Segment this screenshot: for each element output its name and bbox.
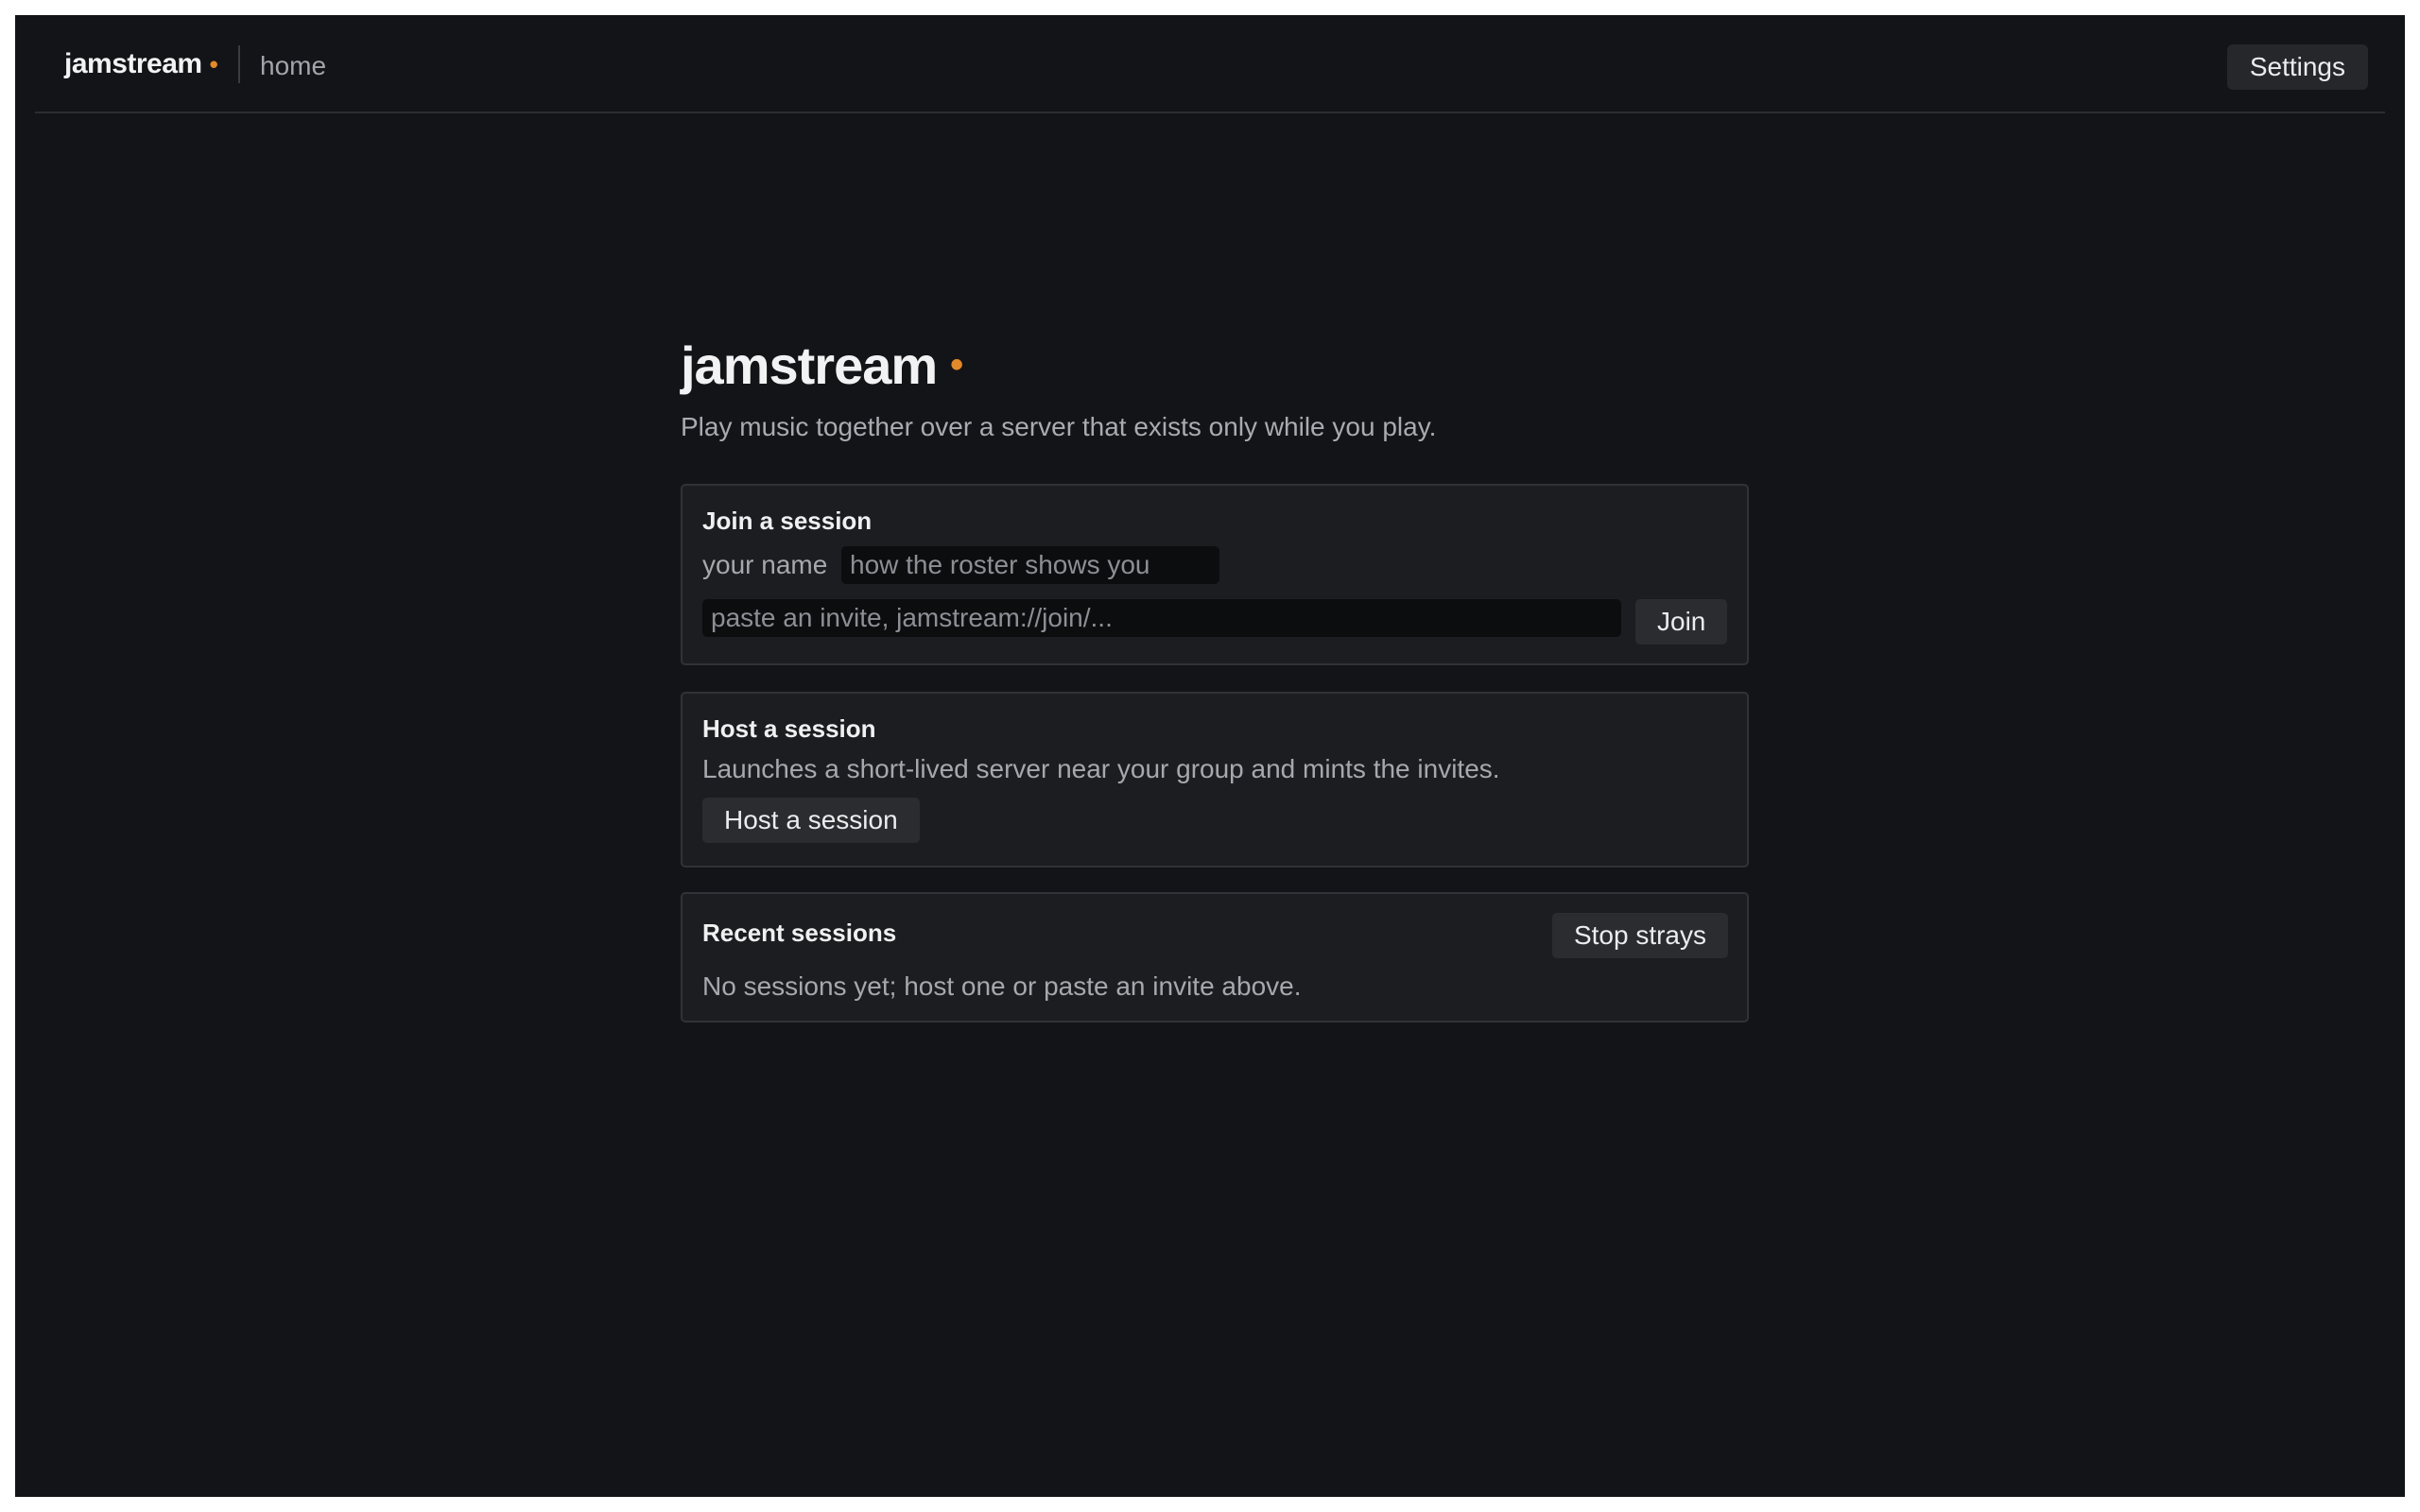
- top-bar: jamstream • home Settings: [35, 15, 2385, 113]
- recent-sessions-empty-text: No sessions yet; host one or paste an in…: [702, 971, 1302, 1001]
- brand-dot-icon: •: [209, 49, 218, 78]
- join-session-title: Join a session: [702, 507, 873, 535]
- host-session-card: Host a session Launches a short-lived se…: [681, 692, 1749, 868]
- brand-name: jamstream: [64, 48, 202, 79]
- title-dot-icon: •: [950, 343, 963, 386]
- app-window: jamstream • home Settings jamstream • Pl…: [15, 15, 2405, 1497]
- join-session-card: Join a session your name Join: [681, 484, 1749, 665]
- stop-strays-button[interactable]: Stop strays: [1551, 913, 1728, 958]
- host-session-title: Host a session: [702, 714, 876, 743]
- host-session-description: Launches a short-lived server near your …: [702, 754, 1500, 783]
- page-title: jamstream •: [681, 327, 1747, 403]
- recent-sessions-title: Recent sessions: [702, 919, 897, 947]
- settings-button[interactable]: Settings: [2226, 44, 2368, 90]
- topbar-divider: [238, 45, 240, 83]
- page-title-text: jamstream: [681, 335, 938, 395]
- your-name-input[interactable]: [841, 546, 1219, 584]
- tagline: Play music together over a server that e…: [681, 412, 1437, 441]
- breadcrumb: home: [260, 51, 327, 80]
- join-button[interactable]: Join: [1635, 599, 1728, 644]
- host-session-button[interactable]: Host a session: [702, 798, 920, 843]
- recent-sessions-card: Recent sessions Stop strays No sessions …: [681, 892, 1749, 1022]
- your-name-label: your name: [702, 550, 828, 579]
- app-logo[interactable]: jamstream •: [64, 48, 218, 80]
- invite-input[interactable]: [702, 599, 1621, 637]
- hero: jamstream • Play music together over a s…: [681, 327, 1747, 442]
